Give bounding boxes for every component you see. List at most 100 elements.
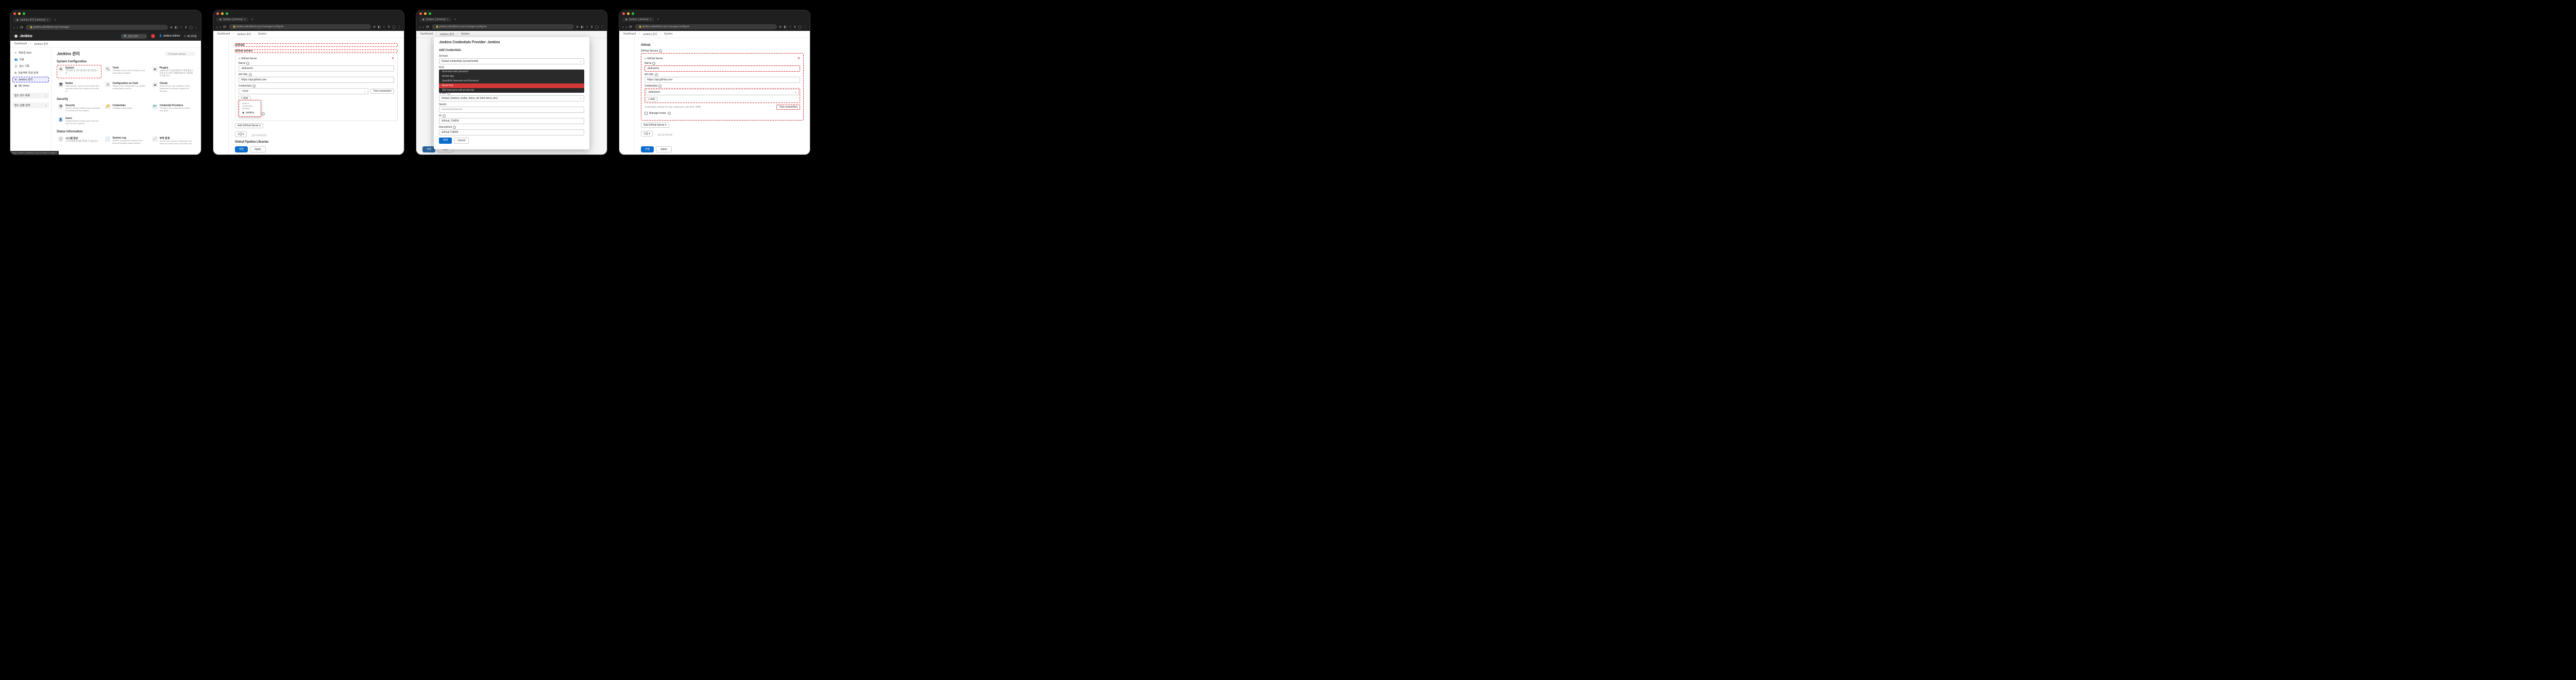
menu-icon[interactable]: ⋮ — [601, 25, 604, 29]
sidebar-history[interactable]: 📋빌드 기록 — [12, 63, 49, 69]
modal-cancel-button[interactable]: Cancel — [454, 138, 469, 144]
card-load[interactable]: 📈부하 통계Check your resource utilization an… — [151, 135, 196, 147]
notif-badge[interactable]: 2 — [151, 34, 155, 38]
card-cred-providers[interactable]: 🪪Credential ProvidersConfigure the crede… — [151, 103, 196, 114]
card-nodes[interactable]: 🖥NodesAdd, remove, control and monitor t… — [57, 80, 101, 94]
back-icon[interactable]: ‹ — [216, 25, 217, 29]
help-icon[interactable]: ? — [658, 84, 662, 88]
extension-icon[interactable]: ◧ — [378, 25, 381, 29]
download-icon[interactable]: ⬇ — [184, 26, 187, 29]
secret-input[interactable]: •••••••••••••••••••••••• — [439, 107, 584, 113]
name-input[interactable]: Jenkiverts — [645, 65, 800, 72]
checkbox-icon[interactable] — [645, 112, 648, 115]
close-icon[interactable]: × — [650, 18, 652, 21]
apply-button[interactable]: Apply — [656, 146, 671, 152]
help-icon[interactable]: ? — [652, 62, 655, 65]
url-input[interactable]: 🔒 jenkins.aknitberts.xyz/manage/ — [26, 25, 168, 30]
crumb-dashboard[interactable]: Dashboard — [217, 32, 230, 36]
card-users[interactable]: 👤UsersCreate/delete/modify users that ca… — [57, 115, 101, 127]
help-icon[interactable]: ? — [249, 73, 252, 76]
help-icon[interactable]: ? — [246, 62, 249, 65]
translate-icon[interactable]: ⊕ — [576, 25, 579, 29]
forward-icon[interactable]: › — [219, 25, 221, 29]
card-system[interactable]: ⚙System전역설정 및 경로 환경변수를 설정합니다. — [57, 65, 101, 78]
kind-opt-openshift[interactable]: OpenShift Username and Password — [439, 79, 584, 83]
new-tab-icon[interactable]: + — [657, 18, 659, 21]
advanced-button[interactable]: 고급 ▾ — [641, 131, 653, 137]
reload-icon[interactable]: ⟳ — [223, 25, 227, 29]
new-tab-icon[interactable]: + — [54, 19, 56, 22]
add-github-server-button[interactable]: Add GitHub Server ▾ — [641, 123, 669, 128]
apply-button[interactable]: Apply — [250, 146, 265, 152]
delete-server-button[interactable]: ✕ — [392, 57, 394, 60]
crumb-dashboard[interactable]: Dashboard — [14, 42, 27, 46]
sidebar-project[interactable]: ⊞프로젝트 연관 관계 — [12, 70, 49, 76]
menu-icon[interactable]: ⋮ — [398, 25, 401, 29]
back-icon[interactable]: ‹ — [13, 25, 14, 30]
crumb-manage[interactable]: Jenkins 관리 — [643, 32, 657, 36]
sidebar-people[interactable]: 👥사람 — [12, 57, 49, 62]
drag-icon[interactable]: ≡ — [645, 57, 646, 60]
close-icon[interactable]: × — [244, 18, 246, 21]
profile-icon[interactable]: ◯ — [595, 25, 599, 29]
card-clouds[interactable]: ☁CloudsAdd, remove, and configure cloud … — [151, 80, 196, 94]
download-icon[interactable]: ⬇ — [590, 25, 593, 29]
profile-icon[interactable]: ◯ — [798, 25, 802, 29]
help-icon[interactable]: ? — [252, 84, 256, 88]
card-sysinfo[interactable]: ⓘ시스템 정보시스템 환경정보를 확인할 수 있습니다. — [57, 135, 101, 147]
new-tab-icon[interactable]: + — [454, 18, 456, 21]
reload-icon[interactable]: ⟳ — [629, 25, 633, 29]
logout-link[interactable]: ▷ 로그아웃 — [184, 35, 197, 38]
kind-opt-ssh[interactable]: SSH Username with private key — [439, 88, 584, 93]
card-credentials[interactable]: 🔑CredentialsConfigure credentials — [104, 103, 148, 114]
settings-search[interactable]: 🔍 Search settings — [165, 52, 196, 56]
crumb-system[interactable]: System — [664, 32, 673, 36]
url-input[interactable]: 🔒 jenkins.aknitberts.xyz/manage/configur… — [432, 24, 574, 29]
sidebar-my-views[interactable]: ▦My Views — [12, 83, 49, 89]
menu-icon[interactable]: ⋮ — [804, 25, 807, 29]
sidebar-manage[interactable]: ⚙Jenkins 관리 — [12, 77, 49, 82]
card-tools[interactable]: 🔨ToolsConfigure tools, their locations, … — [104, 65, 148, 78]
sidebar-queue[interactable]: 빌드 대기 목록⌄ — [12, 93, 49, 98]
reload-icon[interactable]: ⟳ — [20, 25, 24, 30]
jenkins-logo-icon[interactable]: ◉ — [14, 34, 18, 38]
bookmark-icon[interactable]: ☆ — [180, 26, 182, 29]
help-icon[interactable]: ? — [262, 112, 265, 115]
close-icon[interactable]: × — [47, 19, 48, 22]
crumb-dashboard[interactable]: Dashboard — [623, 32, 636, 36]
dropdown-item-jenkins[interactable]: ◉Jenkins — [240, 110, 260, 115]
credentials-select[interactable]: Jenkiverts⌄ — [646, 89, 799, 95]
test-connection-button[interactable]: Test connection — [776, 105, 800, 110]
jenkins-search[interactable]: 🔍 검색 (#K) — [121, 34, 147, 39]
user-menu[interactable]: 👤 Jenkins Admin — [159, 35, 180, 38]
translate-icon[interactable]: ⊕ — [373, 25, 376, 29]
brand[interactable]: Jenkins — [20, 34, 32, 38]
extension-icon[interactable]: ◧ — [784, 25, 787, 29]
test-connection-button[interactable]: Test connection — [370, 89, 394, 94]
modal-add-button[interactable]: Add — [439, 138, 452, 144]
bookmark-icon[interactable]: ☆ — [383, 25, 385, 29]
save-button[interactable]: 저장 — [641, 146, 654, 152]
new-tab-icon[interactable]: + — [251, 18, 253, 21]
domain-select[interactable]: Global credentials (unrestricted)⌄ — [439, 58, 584, 64]
browser-tab[interactable]: ◆System [Jenkins]× — [622, 18, 654, 22]
api-url-input[interactable]: https://api.github.com — [239, 77, 394, 83]
back-icon[interactable]: ‹ — [419, 25, 420, 29]
help-icon[interactable]: ? — [668, 112, 671, 115]
url-input[interactable]: 🔒 jenkins.aknitberts.xyz/manage/configur… — [635, 24, 777, 29]
manage-hooks-row[interactable]: Manage hooks? — [645, 112, 800, 115]
forward-icon[interactable]: › — [625, 25, 626, 29]
forward-icon[interactable]: › — [422, 25, 423, 29]
sidebar-executor[interactable]: 빌드 실행 상태⌄ — [12, 103, 49, 108]
card-syslog[interactable]: 📄System LogSystem log captures output fr… — [104, 135, 148, 147]
help-icon[interactable]: ? — [659, 49, 662, 53]
crumb-manage[interactable]: Jenkins 관리 — [34, 42, 48, 46]
save-button[interactable]: 저장 — [235, 146, 248, 152]
back-icon[interactable]: ‹ — [622, 25, 623, 29]
close-icon[interactable]: × — [447, 18, 449, 21]
extension-icon[interactable]: ◧ — [581, 25, 584, 29]
add-github-server-button[interactable]: Add GitHub Server ▾ — [235, 123, 263, 128]
browser-tab[interactable]: ◆Jenkins 관리 [Jenkins]× — [13, 18, 51, 22]
menu-icon[interactable]: ⋮ — [195, 26, 198, 29]
profile-icon[interactable]: ◯ — [392, 25, 396, 29]
